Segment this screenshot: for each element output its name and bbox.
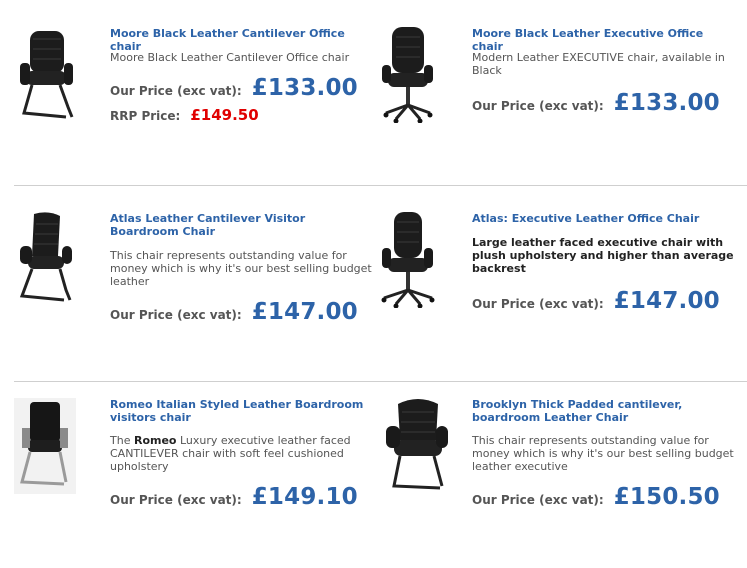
- price-label: Our Price (exc vat):: [110, 84, 242, 98]
- price-value: £133.00: [251, 75, 358, 101]
- price-row: Our Price (exc vat): £133.00: [472, 90, 720, 118]
- rrp-value: £149.50: [190, 106, 259, 124]
- price-label: Our Price (exc vat):: [110, 308, 242, 322]
- product-title-link[interactable]: Moore Black Leather Cantilever Office ch…: [110, 27, 372, 53]
- product-title-link[interactable]: Atlas Leather Cantilever Visitor Boardro…: [110, 212, 372, 238]
- description-text: The: [110, 434, 134, 447]
- price-row: Our Price (exc vat): £150.50: [472, 484, 720, 512]
- swivel-chair-icon: [381, 212, 435, 308]
- product-image[interactable]: [14, 27, 76, 127]
- product-image[interactable]: [386, 398, 448, 498]
- price-row: Our Price (exc vat): £133.00: [110, 75, 358, 103]
- product-title-link[interactable]: Moore Black Leather Executive Office cha…: [472, 27, 734, 53]
- product-description: This chair represents outstanding value …: [110, 249, 372, 288]
- price-label: Our Price (exc vat):: [110, 493, 242, 507]
- product-description: The Romeo Luxury executive leather faced…: [110, 434, 372, 473]
- product-description: Moore Black Leather Cantilever Office ch…: [110, 51, 350, 64]
- price-value: £149.10: [251, 484, 358, 510]
- product-card: Romeo Italian Styled Leather Boardroom v…: [14, 398, 374, 568]
- price-label: Our Price (exc vat):: [472, 99, 604, 113]
- rrp-row: RRP Price: £149.50: [110, 105, 259, 124]
- price-value: £147.00: [613, 288, 720, 314]
- price-row: Our Price (exc vat): £147.00: [472, 288, 720, 316]
- price-value: £150.50: [613, 484, 720, 510]
- price-value: £133.00: [613, 90, 720, 116]
- cantilever-chair-icon: [19, 212, 72, 302]
- swivel-chair-icon: [382, 27, 433, 123]
- product-card: Atlas: Executive Leather Office Chair La…: [376, 212, 736, 382]
- chrome-cantilever-chair-icon: [14, 398, 76, 494]
- product-card: Moore Black Leather Cantilever Office ch…: [14, 27, 374, 197]
- product-image[interactable]: [376, 27, 438, 127]
- price-value: £147.00: [251, 299, 358, 325]
- product-title-link[interactable]: Romeo Italian Styled Leather Boardroom v…: [110, 398, 372, 424]
- product-image[interactable]: [14, 398, 76, 498]
- rrp-label: RRP Price:: [110, 109, 181, 123]
- product-description: Large leather faced executive chair with…: [472, 236, 734, 275]
- product-card: Atlas Leather Cantilever Visitor Boardro…: [14, 212, 374, 382]
- product-image[interactable]: [376, 212, 438, 312]
- product-description: Modern Leather EXECUTIVE chair, availabl…: [472, 51, 725, 77]
- price-label: Our Price (exc vat):: [472, 297, 604, 311]
- product-description: This chair represents outstanding value …: [472, 434, 734, 473]
- description-brand: Romeo: [133, 434, 177, 447]
- price-row: Our Price (exc vat): £147.00: [110, 299, 358, 327]
- product-card: Brooklyn Thick Padded cantilever, boardr…: [376, 398, 736, 568]
- price-label: Our Price (exc vat):: [472, 493, 604, 507]
- product-card: Moore Black Leather Executive Office cha…: [376, 27, 736, 197]
- cantilever-chair-icon: [20, 31, 74, 119]
- product-image[interactable]: [14, 212, 76, 312]
- product-title-link[interactable]: Atlas: Executive Leather Office Chair: [472, 212, 734, 225]
- price-row: Our Price (exc vat): £149.10: [110, 484, 358, 512]
- padded-cantilever-chair-icon: [386, 399, 448, 490]
- product-title-link[interactable]: Brooklyn Thick Padded cantilever, boardr…: [472, 398, 734, 424]
